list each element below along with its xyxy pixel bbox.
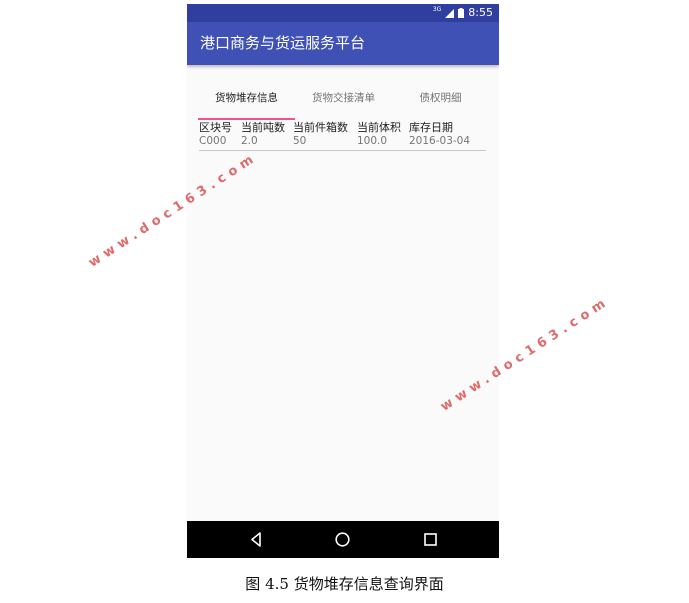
tab-bar: 货物堆存信息 货物交接清单 债权明细 bbox=[187, 88, 499, 120]
tab-handover-list[interactable]: 货物交接清单 bbox=[295, 88, 392, 118]
app-title: 港口商务与货运服务平台 bbox=[200, 34, 366, 52]
status-icons: 3G 8:55 bbox=[433, 6, 493, 20]
column-header-pieces: 当前件箱数 bbox=[293, 121, 348, 134]
network-type-label: 3G bbox=[432, 6, 442, 13]
status-bar: 3G 8:55 bbox=[187, 4, 499, 22]
phone-screen: 3G 8:55 港口商务与货运服务平台 货物堆存信息 货物交接清单 债权明细 区… bbox=[187, 4, 499, 558]
recents-icon[interactable] bbox=[422, 531, 439, 548]
cell-tonnage: 2.0 bbox=[241, 135, 258, 147]
column-header-block: 区块号 bbox=[199, 121, 232, 134]
clock-label: 8:55 bbox=[468, 6, 493, 19]
cell-block: C000 bbox=[199, 135, 227, 147]
back-icon[interactable] bbox=[248, 531, 265, 548]
app-bar: 港口商务与货运服务平台 bbox=[187, 22, 499, 65]
figure-caption: 图 4.5 货物堆存信息查询界面 bbox=[245, 575, 444, 593]
column-header-tonnage: 当前吨数 bbox=[241, 121, 285, 134]
cell-pieces: 50 bbox=[293, 135, 307, 147]
navigation-bar bbox=[187, 521, 499, 558]
tab-storage-info[interactable]: 货物堆存信息 bbox=[198, 88, 295, 118]
battery-icon bbox=[458, 8, 465, 18]
cell-date: 2016-03-04 bbox=[409, 135, 471, 147]
signal-icon bbox=[445, 8, 455, 18]
row-divider bbox=[199, 150, 486, 151]
tab-credit-details[interactable]: 债权明细 bbox=[392, 88, 489, 118]
cell-volume: 100.0 bbox=[357, 135, 388, 147]
column-header-date: 库存日期 bbox=[409, 121, 453, 134]
home-icon[interactable] bbox=[334, 531, 351, 548]
column-header-volume: 当前体积 bbox=[357, 121, 401, 134]
